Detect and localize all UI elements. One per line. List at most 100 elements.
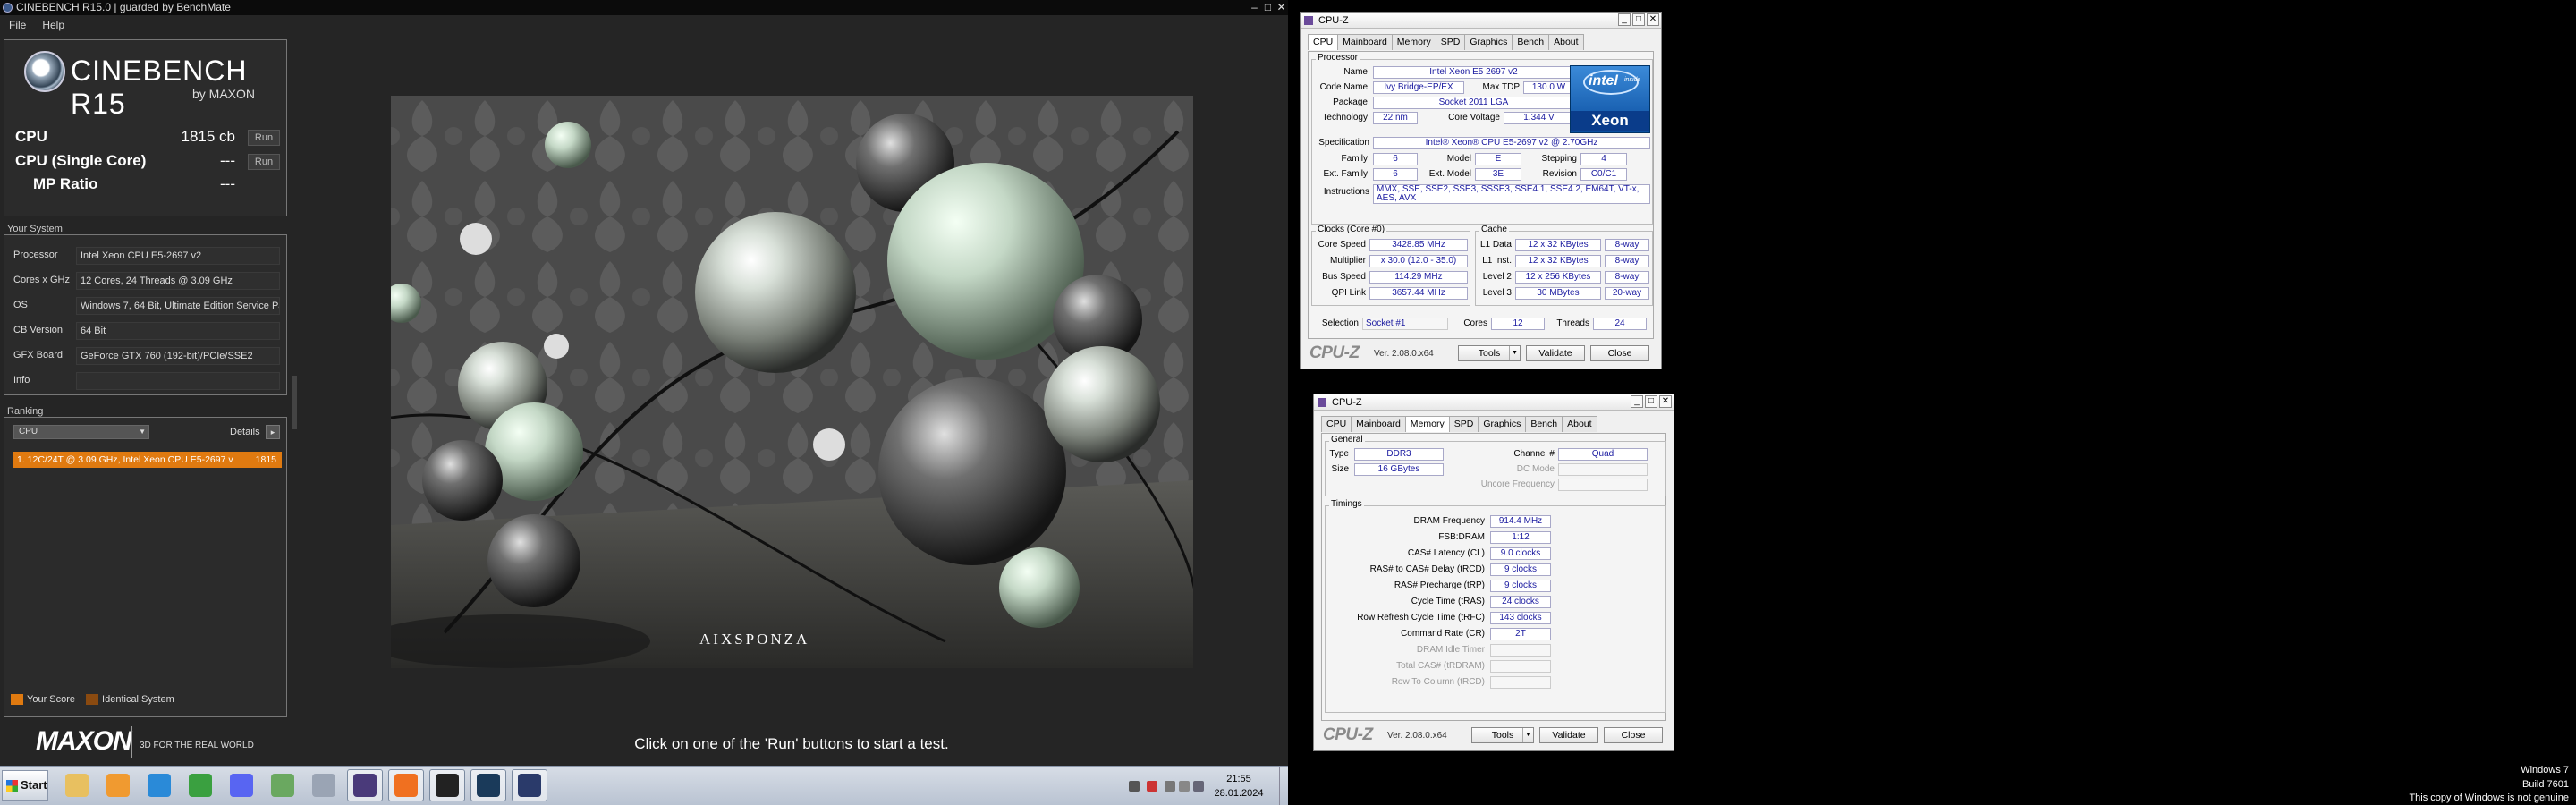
socket-select[interactable]: Socket #1 — [1362, 318, 1448, 330]
taskbar-app-edge[interactable] — [141, 769, 177, 801]
taskbar-app-hwinfo[interactable] — [470, 769, 506, 801]
taskbar-app-benchmate[interactable] — [429, 769, 465, 801]
clock-date[interactable]: 28.01.2024 — [1199, 788, 1279, 799]
cpu-run-button[interactable]: Run — [248, 130, 280, 146]
system-value: Windows 7, 64 Bit, Ultimate Edition Serv… — [76, 297, 280, 315]
type-label: Type — [1329, 449, 1349, 459]
edge-icon — [148, 774, 171, 797]
maximize-icon[interactable]: □ — [1632, 13, 1645, 26]
dc-mode-field — [1558, 463, 1648, 476]
validate-button[interactable]: Validate — [1526, 345, 1585, 361]
cpuz-memory-window: CPU-Z _ □ ✕ CPU Mainboard Memory SPD Gra… — [1313, 394, 1674, 751]
timings-group-title: Timings — [1329, 499, 1364, 509]
single-core-label: CPU (Single Core) — [15, 152, 147, 169]
tab-about[interactable]: About — [1562, 416, 1597, 432]
system-row-cores: Cores x GHz 12 Cores, 24 Threads @ 3.09 … — [10, 271, 282, 291]
instructions-field: MMX, SSE, SSE2, SSE3, SSSE3, SSE4.1, SSE… — [1373, 184, 1650, 204]
channel-label: Channel # — [1513, 449, 1555, 459]
timing-label: FSB:DRAM — [1438, 532, 1485, 542]
processor-group: Processor Name Intel Xeon E5 2697 v2 Cod… — [1311, 53, 1653, 225]
menu-file[interactable]: File — [0, 17, 33, 33]
threads-label: Threads — [1556, 318, 1589, 328]
tab-cpu[interactable]: CPU — [1321, 416, 1352, 432]
flag-icon[interactable] — [1165, 781, 1175, 792]
family-label: Family — [1341, 154, 1368, 164]
cpuz-footer: CPU-Z Ver. 2.08.0.x64 Tools ▼ Validate C… — [1321, 725, 1666, 745]
multiplier-label: Multiplier — [1329, 256, 1366, 266]
ranking-row-text: 1. 12C/24T @ 3.09 GHz, Intel Xeon CPU E5… — [17, 454, 233, 465]
intel-inside-text: inside — [1624, 77, 1641, 83]
show-desktop-button[interactable] — [1279, 767, 1288, 805]
clock-time[interactable]: 21:55 — [1199, 774, 1279, 784]
cpuz-titlebar: CPU-Z _ □ ✕ — [1314, 394, 1674, 411]
general-group-title: General — [1329, 435, 1365, 445]
system-value: GeForce GTX 760 (192-bit)/PCIe/SSE2 — [76, 347, 280, 365]
close-button[interactable]: Close — [1590, 345, 1649, 361]
maxon-tagline: 3D FOR THE REAL WORLD — [140, 741, 254, 750]
cpuz-titlebar: CPU-Z _ □ ✕ — [1301, 13, 1661, 29]
your-system-title: Your System — [7, 224, 63, 234]
taskbar-app-aida[interactable] — [388, 769, 424, 801]
taskbar-app-cinebench[interactable] — [512, 769, 547, 801]
tab-graphics[interactable]: Graphics — [1464, 34, 1513, 50]
maximize-icon[interactable]: □ — [1261, 0, 1275, 15]
multiplier-field: x 30.0 (12.0 - 35.0) — [1369, 255, 1468, 267]
close-icon[interactable]: ✕ — [1647, 13, 1659, 26]
cpuz-app-icon — [1318, 398, 1326, 407]
cinebench-app-icon — [3, 3, 13, 13]
cores-field: 12 — [1491, 318, 1545, 330]
cpuz-window-title: CPU-Z — [1318, 15, 1349, 26]
system-row-gfx: GFX Board GeForce GTX 760 (192-bit)/PCIe… — [10, 346, 282, 366]
mp-ratio-label: MP Ratio — [33, 175, 98, 192]
tab-bench[interactable]: Bench — [1525, 416, 1563, 432]
details-button[interactable]: ▸ — [266, 425, 280, 439]
codename-label: Code Name — [1319, 82, 1368, 92]
tray-expand-icon[interactable] — [1129, 781, 1140, 792]
close-button[interactable]: Close — [1604, 727, 1663, 743]
taskbar-app-discord[interactable] — [224, 769, 259, 801]
cpuz-app-icon — [1304, 16, 1313, 25]
bus-speed-label: Bus Speed — [1322, 272, 1366, 282]
tab-bench[interactable]: Bench — [1512, 34, 1550, 50]
tray-app-icon[interactable] — [1147, 781, 1157, 792]
taskbar-app-tools[interactable] — [306, 769, 342, 801]
minimize-icon[interactable]: _ — [1631, 395, 1643, 408]
start-button[interactable]: Start — [2, 770, 48, 801]
menu-help[interactable]: Help — [33, 17, 72, 33]
watermark-build: Build 7601 — [2522, 779, 2569, 790]
aixsponza-logo: AIXSPONZA — [699, 631, 809, 648]
taskbar-app-media-player[interactable] — [100, 769, 136, 801]
system-row-os: OS Windows 7, 64 Bit, Ultimate Edition S… — [10, 296, 282, 316]
tab-mainboard[interactable]: Mainboard — [1337, 34, 1393, 50]
tab-spd[interactable]: SPD — [1435, 34, 1466, 50]
taskbar-app-xbox[interactable] — [182, 769, 218, 801]
ranking-select[interactable]: CPU ▼ — [13, 425, 149, 439]
validate-button[interactable]: Validate — [1539, 727, 1598, 743]
info-input[interactable] — [76, 372, 280, 390]
close-icon[interactable]: ✕ — [1659, 395, 1672, 408]
maxtdp-label: Max TDP — [1482, 82, 1521, 92]
minimize-icon[interactable]: – — [1248, 0, 1261, 15]
ranking-row[interactable]: 1. 12C/24T @ 3.09 GHz, Intel Xeon CPU E5… — [13, 452, 282, 468]
close-icon[interactable]: ✕ — [1275, 0, 1288, 15]
taskbar-app-explorer[interactable] — [59, 769, 95, 801]
tab-mainboard[interactable]: Mainboard — [1351, 416, 1406, 432]
single-core-run-button[interactable]: Run — [248, 154, 280, 170]
network-icon[interactable] — [1179, 781, 1190, 792]
voltage-field: 1.344 V — [1504, 112, 1574, 124]
panel-scrollbar[interactable] — [292, 376, 297, 429]
mem-size-field: 16 GBytes — [1354, 463, 1444, 476]
minimize-icon[interactable]: _ — [1618, 13, 1631, 26]
taskbar-app-map[interactable] — [265, 769, 301, 801]
tab-memory[interactable]: Memory — [1404, 416, 1450, 432]
tab-memory[interactable]: Memory — [1391, 34, 1436, 50]
maximize-icon[interactable]: □ — [1645, 395, 1657, 408]
taskbar-app-cpuz[interactable] — [347, 769, 383, 801]
tab-spd[interactable]: SPD — [1448, 416, 1479, 432]
tab-cpu[interactable]: CPU — [1308, 34, 1339, 50]
tab-about[interactable]: About — [1548, 34, 1584, 50]
tools-button[interactable]: Tools ▼ — [1458, 345, 1521, 361]
tab-graphics[interactable]: Graphics — [1478, 416, 1527, 432]
tools-button[interactable]: Tools ▼ — [1471, 727, 1534, 743]
family-field: 6 — [1373, 153, 1418, 165]
